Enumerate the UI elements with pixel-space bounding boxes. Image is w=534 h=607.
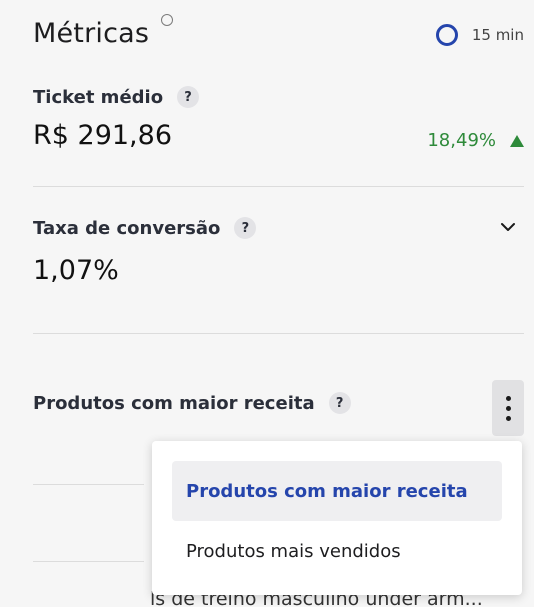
help-icon[interactable]: ? bbox=[328, 392, 351, 414]
ticket-medio-change: 18,49% bbox=[427, 130, 524, 151]
taxa-conversao-section: Taxa de conversão ? 1,07% bbox=[33, 217, 524, 297]
divider bbox=[33, 333, 524, 334]
kebab-menu-icon[interactable] bbox=[492, 380, 524, 436]
taxa-conversao-label-row: Taxa de conversão ? bbox=[33, 217, 524, 239]
ticket-medio-section: Ticket médio ? R$ 291,86 18,49% bbox=[33, 86, 524, 166]
divider bbox=[33, 561, 144, 562]
header: Métricas 15 min bbox=[33, 14, 524, 58]
dropdown-item-produtos-maior-receita[interactable]: Produtos com maior receita bbox=[172, 461, 502, 521]
triangle-up-icon bbox=[510, 134, 524, 147]
ticket-medio-label: Ticket médio bbox=[33, 86, 164, 108]
metrics-panel: Métricas 15 min Ticket médio ? R$ 291,86… bbox=[0, 0, 534, 607]
ticket-medio-label-row: Ticket médio ? bbox=[33, 86, 524, 108]
divider bbox=[33, 484, 144, 485]
refresh-ring-icon bbox=[435, 24, 458, 46]
page-title: Métricas bbox=[33, 18, 150, 49]
help-icon[interactable]: ? bbox=[177, 86, 200, 108]
produtos-section: Produtos com maior receita ? bbox=[33, 380, 524, 436]
taxa-conversao-label: Taxa de conversão bbox=[33, 217, 221, 239]
status-dot-icon bbox=[161, 14, 173, 26]
divider bbox=[33, 186, 524, 187]
taxa-conversao-value: 1,07% bbox=[33, 255, 119, 286]
dropdown-item-produtos-mais-vendidos[interactable]: Produtos mais vendidos bbox=[172, 521, 502, 581]
produtos-label-row: Produtos com maior receita ? bbox=[33, 392, 524, 414]
refresh-timer[interactable]: 15 min bbox=[435, 24, 524, 46]
produtos-label: Produtos com maior receita bbox=[33, 392, 315, 414]
help-icon[interactable]: ? bbox=[234, 217, 257, 239]
refresh-label: 15 min bbox=[471, 26, 524, 44]
dropdown-menu: Produtos com maior receita Produtos mais… bbox=[152, 441, 522, 595]
change-percent: 18,49% bbox=[427, 130, 496, 151]
chevron-down-icon[interactable] bbox=[500, 219, 516, 235]
